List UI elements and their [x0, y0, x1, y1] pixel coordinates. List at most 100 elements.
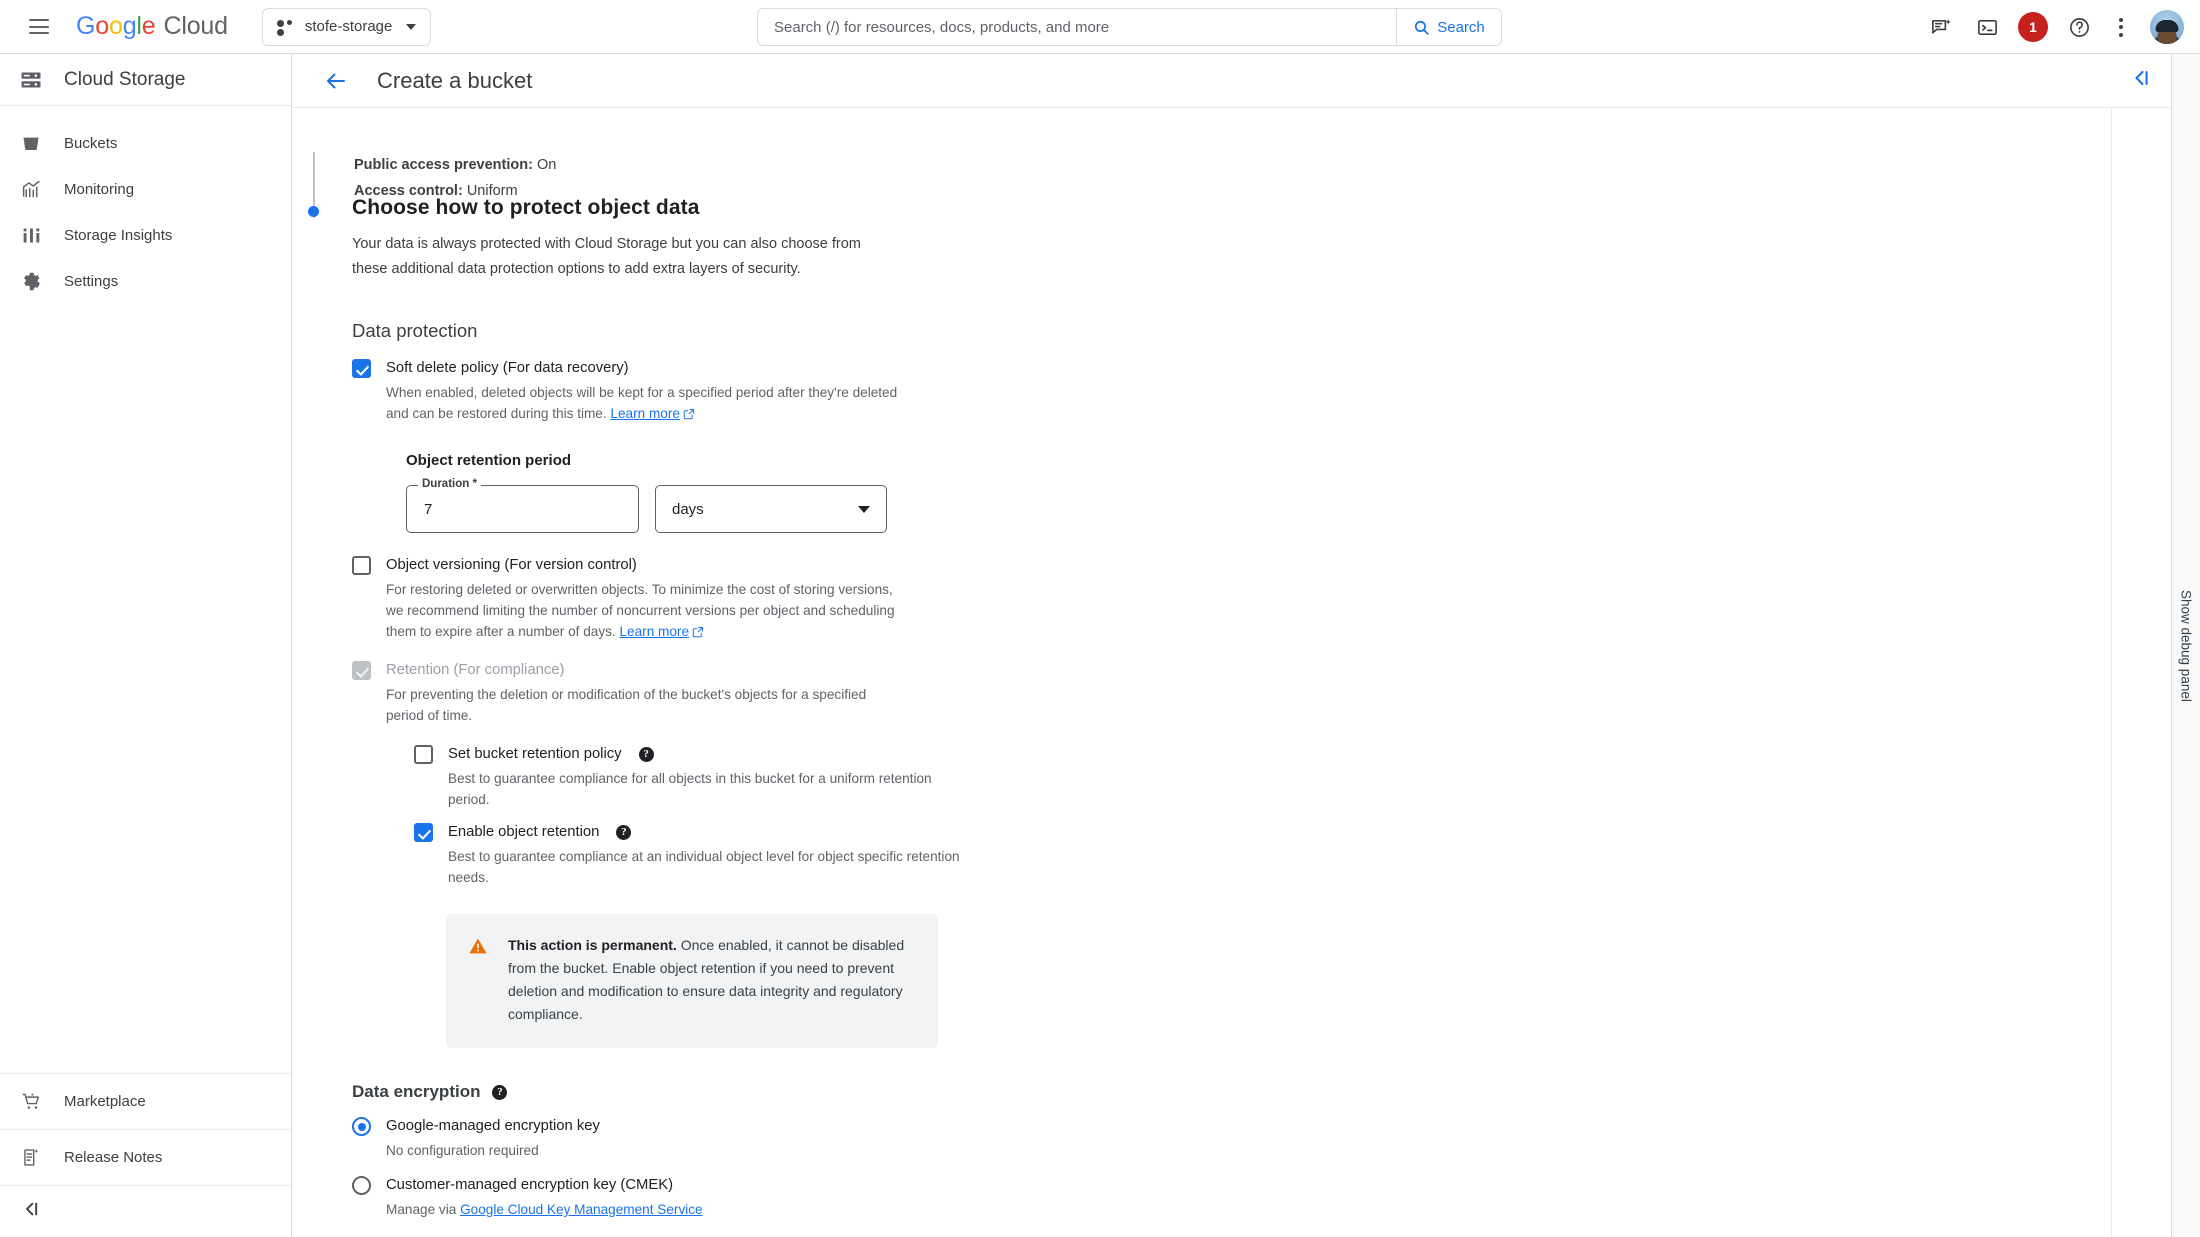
- sidebar-item-monitoring[interactable]: Monitoring: [0, 166, 291, 212]
- project-selector[interactable]: stofe-storage: [261, 7, 432, 46]
- data-encryption-heading-row: Data encryption ?: [352, 1082, 2112, 1102]
- external-link-icon: [692, 623, 704, 644]
- sidebar-item-label: Monitoring: [64, 180, 135, 198]
- enable-object-retention-text: Enable object retention: [448, 824, 600, 840]
- sidebar-item-settings[interactable]: Settings: [0, 258, 291, 304]
- notifications-badge[interactable]: 1: [2018, 12, 2048, 42]
- product-title: Cloud Storage: [64, 68, 186, 90]
- more-vert-icon[interactable]: [2104, 6, 2138, 48]
- sidebar-item-marketplace[interactable]: Marketplace: [0, 1073, 291, 1129]
- retention-duration-fields: Duration * days: [406, 478, 2112, 533]
- search-button-label: Search: [1437, 18, 1485, 36]
- set-bucket-retention-policy-text: Set bucket retention policy: [448, 746, 622, 762]
- retention-compliance-label: Retention (For compliance): [386, 662, 565, 678]
- page-title: Create a bucket: [377, 67, 533, 93]
- sidebar-product-header[interactable]: Cloud Storage: [0, 54, 291, 106]
- collapse-left-icon: [22, 1199, 42, 1224]
- topbar-actions: 1: [1920, 0, 2184, 54]
- hamburger-icon[interactable]: [22, 10, 56, 44]
- search-bar[interactable]: Search: [757, 8, 1502, 46]
- enable-object-retention-description: Best to guarantee compliance at an indiv…: [448, 849, 960, 885]
- sidebar-item-label: Marketplace: [64, 1093, 146, 1110]
- warning-triangle-icon: [468, 936, 488, 1026]
- sidebar-item-label: Storage Insights: [64, 226, 173, 244]
- permanent-action-warning: This action is permanent. Once enabled, …: [446, 914, 938, 1048]
- sidebar-item-label: Buckets: [64, 134, 118, 152]
- duration-field-label: Duration *: [418, 478, 481, 490]
- notifications-count: 1: [2029, 19, 2037, 35]
- bucket-icon: [18, 130, 44, 156]
- show-debug-panel-label: Show debug panel: [2178, 589, 2194, 702]
- step-bullet-icon: [307, 206, 319, 217]
- enable-object-retention-checkbox[interactable]: [414, 823, 433, 842]
- gear-icon: [18, 268, 44, 294]
- storage-insights-icon: [18, 222, 44, 248]
- right-panel-collapse-button[interactable]: [2112, 54, 2172, 108]
- duration-field[interactable]: Duration *: [406, 478, 639, 533]
- search-button[interactable]: Search: [1396, 9, 1501, 45]
- cloud-wordmark: Cloud: [163, 12, 228, 40]
- object-versioning-label: Object versioning (For version control): [386, 557, 637, 573]
- google-managed-key-description: No configuration required: [386, 1143, 539, 1158]
- sidebar-item-buckets[interactable]: Buckets: [0, 120, 291, 166]
- summary-label: Public access prevention: [354, 157, 529, 173]
- data-encryption-heading: Data encryption: [352, 1082, 481, 1101]
- soft-delete-policy-row: Soft delete policy (For data recovery) W…: [352, 358, 2112, 533]
- cmek-description: Manage via Google Cloud Key Management S…: [386, 1199, 906, 1220]
- cmek-label: Customer-managed encryption key (CMEK): [386, 1177, 674, 1193]
- duration-input[interactable]: [422, 499, 623, 519]
- sidebar-item-storage-insights[interactable]: Storage Insights: [0, 212, 291, 258]
- external-link-icon: [683, 405, 695, 426]
- cloud-shell-icon[interactable]: [1966, 6, 2008, 48]
- show-debug-panel-button[interactable]: Show debug panel: [2171, 54, 2200, 1237]
- cmek-radio[interactable]: [352, 1176, 371, 1195]
- soft-delete-learn-more-link[interactable]: Learn more: [610, 406, 680, 421]
- step-title: Choose how to protect object data: [352, 196, 700, 219]
- kms-link[interactable]: Google Cloud Key Management Service: [460, 1202, 703, 1217]
- help-icon[interactable]: ?: [492, 1084, 508, 1100]
- sidebar: Cloud Storage Buckets Monitoring Storage…: [0, 54, 292, 1237]
- google-managed-key-radio[interactable]: [352, 1117, 371, 1136]
- soft-delete-policy-checkbox[interactable]: [352, 359, 371, 378]
- help-icon[interactable]: [2058, 6, 2100, 48]
- sidebar-item-release-notes[interactable]: Release Notes: [0, 1129, 291, 1185]
- google-cloud-logo[interactable]: Google Cloud: [76, 12, 228, 41]
- back-arrow-icon[interactable]: [319, 64, 353, 98]
- top-app-bar: Google Cloud stofe-storage Search (/) fo…: [0, 0, 2200, 54]
- data-protection-heading: Data protection: [352, 320, 478, 341]
- project-name: stofe-storage: [304, 18, 393, 35]
- object-versioning-checkbox[interactable]: [352, 556, 371, 575]
- sidebar-item-label: Release Notes: [64, 1149, 163, 1166]
- help-icon[interactable]: ?: [616, 824, 632, 840]
- chevron-down-icon: [406, 23, 417, 30]
- gemini-chat-icon[interactable]: [1920, 6, 1962, 48]
- set-bucket-retention-policy-checkbox[interactable]: [414, 745, 433, 764]
- google-wordmark: Google: [76, 12, 156, 40]
- enable-object-retention-row: Enable object retention ? Best to guaran…: [414, 822, 2112, 888]
- chevron-down-icon: [858, 505, 870, 513]
- set-bucket-retention-policy-label: Set bucket retention policy ?: [448, 744, 2112, 764]
- search-icon: [1413, 19, 1430, 36]
- marketplace-cart-icon: [18, 1089, 44, 1115]
- set-bucket-retention-policy-description: Best to guarantee compliance for all obj…: [448, 771, 932, 807]
- help-icon[interactable]: ?: [638, 746, 654, 762]
- retention-compliance-checkbox: [352, 661, 371, 680]
- release-notes-icon: [18, 1145, 44, 1171]
- soft-delete-policy-label: Soft delete policy (For data recovery): [386, 360, 629, 376]
- google-managed-key-label: Google-managed encryption key: [386, 1118, 600, 1134]
- step-protect-object-data: Choose how to protect object data Your d…: [307, 174, 2112, 1237]
- sidebar-collapse-button[interactable]: [0, 1185, 291, 1237]
- avatar[interactable]: [2150, 10, 2184, 44]
- object-retention-period-heading: Object retention period: [406, 452, 572, 469]
- right-panel-spacer: [2111, 54, 2171, 1237]
- collapse-left-icon: [2131, 67, 2153, 94]
- object-versioning-description: For restoring deleted or overwritten obj…: [386, 579, 906, 644]
- sidebar-item-label: Settings: [64, 272, 119, 290]
- object-versioning-learn-more-link[interactable]: Learn more: [619, 624, 689, 639]
- search-input[interactable]: [758, 9, 1396, 45]
- step-description: Your data is always protected with Cloud…: [352, 236, 861, 277]
- duration-unit-select[interactable]: days: [655, 485, 887, 533]
- soft-delete-policy-description: When enabled, deleted objects will be ke…: [386, 382, 906, 426]
- warning-text: This action is permanent. Once enabled, …: [508, 934, 914, 1026]
- cmek-row: Customer-managed encryption key (CMEK) M…: [352, 1175, 2112, 1220]
